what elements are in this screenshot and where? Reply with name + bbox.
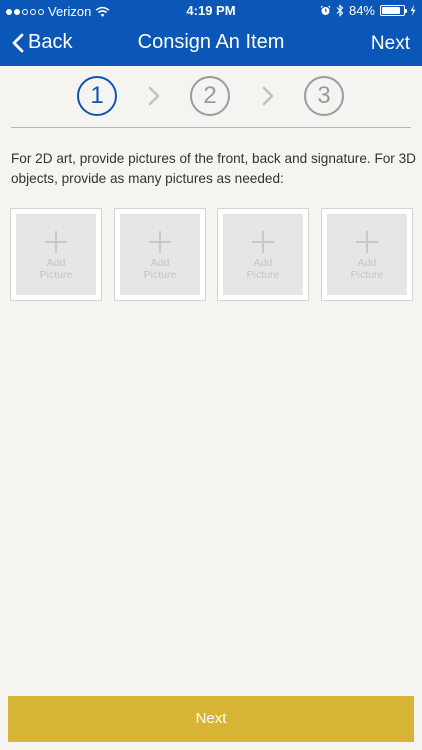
next-button[interactable]: Next bbox=[8, 696, 414, 742]
chevron-left-icon bbox=[12, 33, 24, 52]
plus-icon bbox=[45, 231, 67, 253]
add-picture-tile-4[interactable]: Add Picture bbox=[321, 208, 413, 301]
battery-percent: 84% bbox=[348, 3, 375, 18]
add-picture-label: Add Picture bbox=[39, 257, 73, 281]
add-picture-label: Add Picture bbox=[350, 257, 384, 281]
instructions-text: For 2D art, provide pictures of the fron… bbox=[11, 151, 416, 186]
battery-level-fill bbox=[382, 7, 400, 14]
add-picture-tile-2[interactable]: Add Picture bbox=[114, 208, 206, 301]
add-picture-label: Add Picture bbox=[246, 257, 280, 281]
step-divider bbox=[11, 127, 411, 128]
status-bar: Verizon 4:19 PM 84% bbox=[0, 0, 422, 22]
back-button[interactable]: Back bbox=[12, 31, 72, 54]
nav-next-button[interactable]: Next bbox=[371, 33, 410, 55]
tile-placeholder: Add Picture bbox=[120, 214, 200, 295]
add-picture-label: Add Picture bbox=[143, 257, 177, 281]
step-1-circle: 1 bbox=[77, 76, 117, 116]
alarm-clock-icon bbox=[320, 5, 331, 15]
step-3-circle: 3 bbox=[304, 76, 344, 116]
plus-icon bbox=[252, 231, 274, 253]
photo-tile-row: Add Picture Add Picture Add Picture Add … bbox=[10, 208, 414, 302]
step-indicator: 1 2 3 bbox=[0, 66, 422, 126]
add-picture-tile-3[interactable]: Add Picture bbox=[217, 208, 309, 301]
step-2-circle: 2 bbox=[190, 76, 230, 116]
tile-placeholder: Add Picture bbox=[223, 214, 303, 295]
tile-placeholder: Add Picture bbox=[16, 214, 96, 295]
bluetooth-icon bbox=[336, 4, 344, 17]
battery-icon bbox=[380, 5, 407, 16]
chevron-right-icon bbox=[262, 86, 274, 106]
status-right: 84% bbox=[320, 3, 416, 18]
plus-icon bbox=[356, 231, 378, 253]
back-button-label: Back bbox=[28, 31, 73, 53]
navigation-bar: Back Consign An Item Next bbox=[0, 22, 422, 66]
add-picture-tile-1[interactable]: Add Picture bbox=[10, 208, 102, 301]
plus-icon bbox=[149, 231, 171, 253]
chevron-right-icon bbox=[148, 86, 160, 106]
charging-bolt-icon bbox=[410, 5, 416, 16]
tile-placeholder: Add Picture bbox=[327, 214, 407, 295]
